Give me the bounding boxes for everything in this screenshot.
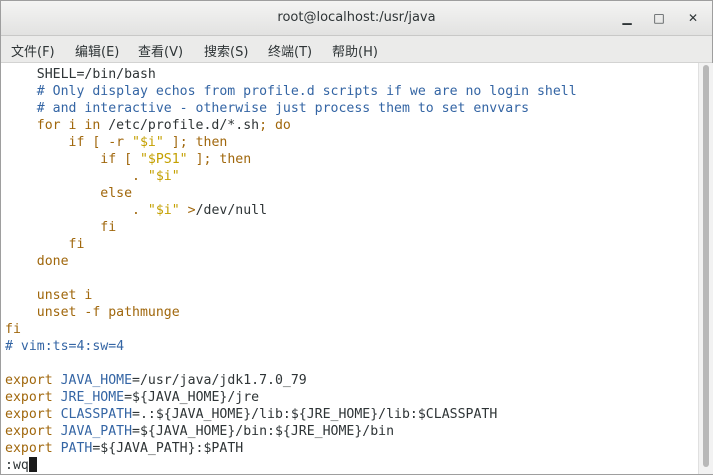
- terminal-text: ]; then: [163, 135, 228, 150]
- terminal-text: export: [5, 390, 61, 405]
- terminal-text: SHELL=/bin/bash: [5, 67, 156, 82]
- terminal-line: done: [5, 253, 69, 270]
- menu-search[interactable]: 搜索(S): [204, 41, 248, 60]
- terminal-text: JAVA_HOME: [60, 373, 133, 388]
- terminal-line: export CLASSPATH=.:${JAVA_HOME}/lib:${JR…: [5, 406, 497, 423]
- terminal-line: if [ "$PS1" ]; then: [5, 151, 251, 168]
- terminal-text: /dev/null: [195, 203, 268, 218]
- terminal-text: =${JAVA_PATH}:$PATH: [92, 441, 244, 456]
- terminal-text: ; do: [259, 118, 291, 133]
- terminal-text: =/usr/java/jdk1.7.0_79: [132, 373, 307, 388]
- maximize-button[interactable]: □: [649, 8, 669, 28]
- terminal-text: CLASSPATH: [60, 407, 133, 422]
- terminal-text: unset -f pathmunge: [5, 305, 180, 320]
- terminal-text: "$i": [147, 203, 180, 218]
- terminal-text: =.:${JAVA_HOME}/lib:${JRE_HOME}/lib:$CLA…: [132, 407, 498, 422]
- menu-bar: 文件(F) 编辑(E) 查看(V) 搜索(S) 终端(T) 帮助(H): [1, 36, 712, 63]
- window-title: root@localhost:/usr/java: [277, 10, 436, 25]
- text-cursor: [28, 457, 37, 472]
- terminal-line: . "$i": [5, 168, 180, 185]
- terminal-text: fi: [5, 322, 21, 337]
- terminal-line: fi: [5, 236, 85, 253]
- terminal-text: fi: [5, 220, 117, 235]
- terminal-text: for i in: [5, 118, 109, 133]
- terminal-text: ]; then: [187, 152, 252, 167]
- terminal-text: export: [5, 441, 61, 456]
- terminal-text: "$i": [132, 135, 164, 150]
- terminal-line: . "$i" >/dev/null: [5, 202, 267, 219]
- terminal-line: if [ -r "$i" ]; then: [5, 134, 228, 151]
- terminal-line: # Only display echos from profile.d scri…: [5, 83, 577, 100]
- minimize-button[interactable]: ▁: [617, 8, 637, 28]
- terminal-line: else: [5, 185, 132, 202]
- scrollbar[interactable]: [698, 63, 713, 474]
- scrollbar-thumb[interactable]: [703, 65, 709, 467]
- terminal-window: root@localhost:/usr/java ▁ □ ✕ 文件(F) 编辑(…: [0, 0, 713, 475]
- terminal-text: unset i: [5, 288, 93, 303]
- terminal-text: PATH: [60, 441, 93, 456]
- terminal-text: JAVA_PATH: [60, 424, 133, 439]
- terminal-text: "$i": [147, 169, 180, 184]
- terminal-line: # vim:ts=4:sw=4: [5, 338, 124, 355]
- menu-help[interactable]: 帮助(H): [332, 41, 378, 60]
- terminal-text: # and interactive - otherwise just proce…: [5, 101, 530, 116]
- terminal-text: .: [5, 169, 148, 184]
- close-button[interactable]: ✕: [683, 8, 703, 28]
- terminal-text: :wq: [5, 458, 29, 473]
- terminal-text: export: [5, 407, 61, 422]
- terminal-line: export JRE_HOME=${JAVA_HOME}/jre: [5, 389, 259, 406]
- terminal-line: export JAVA_PATH=${JAVA_HOME}/bin:${JRE_…: [5, 423, 394, 440]
- menu-view[interactable]: 查看(V): [138, 41, 183, 60]
- terminal-text: # vim:ts=4:sw=4: [5, 339, 125, 354]
- terminal-text: .: [5, 203, 148, 218]
- terminal-text: "$PS1": [139, 152, 188, 167]
- terminal-line: fi: [5, 219, 116, 236]
- menu-terminal[interactable]: 终端(T): [268, 41, 312, 60]
- terminal-text: done: [5, 254, 69, 269]
- terminal-text: if [: [5, 152, 140, 167]
- terminal-content[interactable]: SHELL=/bin/bash # Only display echos fro…: [1, 63, 698, 474]
- menu-edit[interactable]: 编辑(E): [75, 41, 119, 60]
- terminal-line: # and interactive - otherwise just proce…: [5, 100, 529, 117]
- terminal-text: JRE_HOME: [60, 390, 125, 405]
- menu-file[interactable]: 文件(F): [11, 41, 55, 60]
- terminal-line: export JAVA_HOME=/usr/java/jdk1.7.0_79: [5, 372, 307, 389]
- terminal-text: =${JAVA_HOME}/bin:${JRE_HOME}/bin: [132, 424, 395, 439]
- terminal-text: else: [5, 186, 133, 201]
- terminal-line: for i in /etc/profile.d/*.sh; do: [5, 117, 291, 134]
- terminal-text: if [ -r: [5, 135, 133, 150]
- terminal-text: # Only display echos from profile.d scri…: [5, 84, 577, 99]
- terminal-text: export: [5, 424, 61, 439]
- terminal-text: /etc/profile.d/*.sh: [108, 118, 260, 133]
- terminal-line: unset i: [5, 287, 93, 304]
- terminal-line: export PATH=${JAVA_PATH}:$PATH: [5, 440, 243, 457]
- command-line: :wq: [5, 457, 37, 474]
- terminal-text: export: [5, 373, 61, 388]
- terminal-line: fi: [5, 321, 21, 338]
- terminal-line: unset -f pathmunge: [5, 304, 180, 321]
- terminal-text: >: [179, 203, 196, 218]
- terminal-line: SHELL=/bin/bash: [5, 66, 156, 83]
- terminal-text: =${JAVA_HOME}/jre: [124, 390, 260, 405]
- terminal-text: fi: [5, 237, 85, 252]
- title-bar[interactable]: root@localhost:/usr/java ▁ □ ✕: [1, 1, 712, 36]
